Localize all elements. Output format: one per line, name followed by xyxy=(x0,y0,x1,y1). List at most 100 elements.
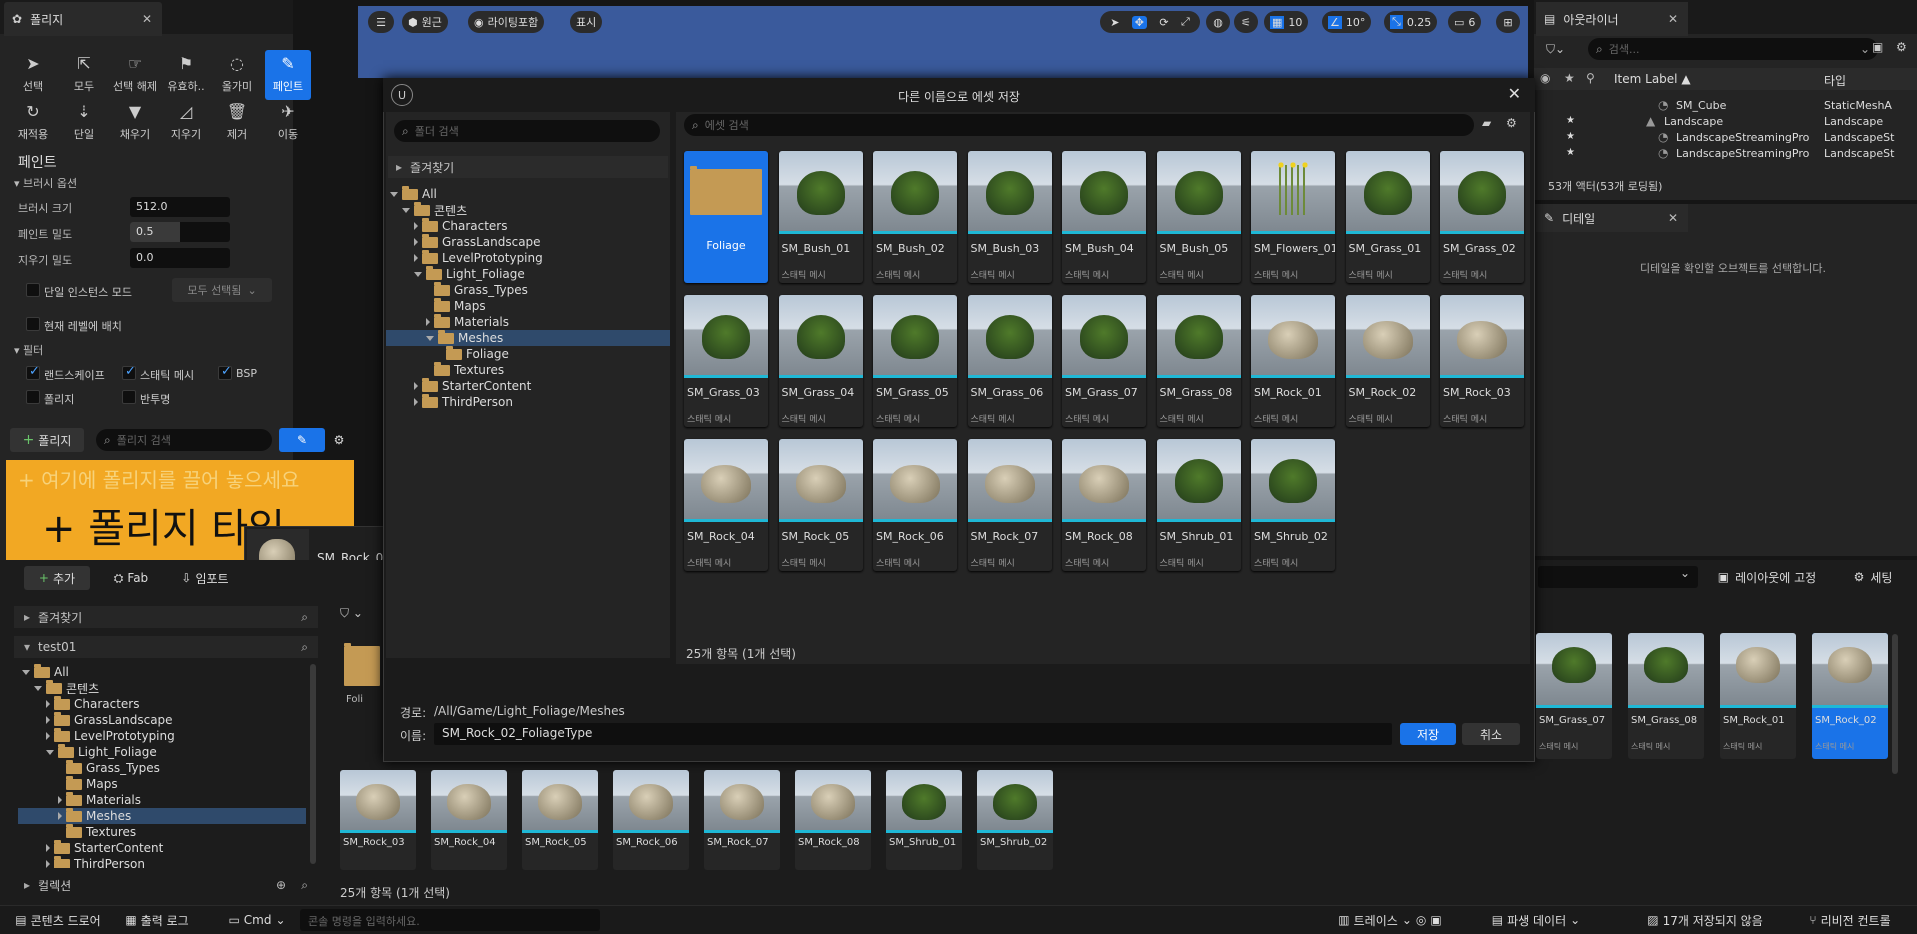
chevron-right-icon[interactable] xyxy=(46,732,50,740)
trace-button[interactable]: ▥ 트레이스 ⌄ ◎ ▣ xyxy=(1330,909,1450,931)
derived-data-button[interactable]: ▤ 파생 데이터 ⌄ xyxy=(1476,909,1596,931)
layout-button[interactable]: ⊞ xyxy=(1496,11,1520,33)
rotate-icon[interactable]: ⟳ xyxy=(1159,16,1168,29)
asset-tile[interactable]: SM_Shrub_02 스태틱 메시 xyxy=(1251,439,1335,571)
tab-details[interactable]: ✎ 디테일 ✕ xyxy=(1536,204,1688,232)
chevron-right-icon[interactable] xyxy=(46,716,50,724)
tool-fill[interactable]: ▼ 채우기 xyxy=(112,98,158,148)
cb-folder-tile[interactable]: Foli xyxy=(344,640,384,710)
tree-item[interactable]: Light_Foliage xyxy=(386,265,670,282)
tree-item[interactable]: Materials xyxy=(386,313,670,330)
chevron-right-icon[interactable] xyxy=(46,860,50,868)
asset-tile[interactable]: SM_Rock_07 xyxy=(704,770,780,870)
asset-tile[interactable]: SM_Rock_08 xyxy=(795,770,871,870)
cb-right-scrollbar[interactable] xyxy=(1892,634,1898,774)
filter-checkbox[interactable] xyxy=(122,390,136,404)
select-cursor-icon[interactable]: ➤ xyxy=(1110,16,1119,29)
cancel-button[interactable]: 취소 xyxy=(1462,723,1520,745)
tree-item[interactable]: GrassLandscape xyxy=(386,233,670,250)
cb-tree-scrollbar[interactable] xyxy=(310,664,316,864)
chevron-right-icon[interactable] xyxy=(58,796,62,804)
save-button[interactable]: 저장 xyxy=(1400,723,1456,745)
filter-checkbox[interactable] xyxy=(218,364,232,380)
chevron-down-icon[interactable] xyxy=(46,749,54,755)
cb-collections-header[interactable]: ▸ 컬렉션 ⊕ ⌕ xyxy=(14,874,318,896)
asset-tile[interactable]: SM_Bush_04 스태틱 메시 xyxy=(1062,151,1146,283)
tool-single[interactable]: ⇣ 단일 xyxy=(61,98,107,148)
cb-filter-button[interactable]: ⛉ ⌄ xyxy=(340,606,363,621)
camera-speed-button[interactable]: ▭ 6 xyxy=(1448,11,1482,33)
search-icon[interactable]: ⌕ xyxy=(301,610,308,625)
asset-tile[interactable]: SM_Grass_07 스태틱 메시 xyxy=(1062,295,1146,427)
brush-size-field[interactable]: 512.0 xyxy=(130,197,230,217)
tool-move[interactable]: ✈ 이동 xyxy=(265,98,311,148)
asset-tile[interactable]: SM_Rock_05 스태틱 메시 xyxy=(778,439,863,571)
viewport-menu-button[interactable]: ☰ xyxy=(368,11,394,33)
tree-item[interactable]: Meshes xyxy=(18,807,306,824)
scale-icon[interactable]: ⤢ xyxy=(1181,15,1190,29)
tool-paint-brush[interactable]: ✎ 페인트 xyxy=(265,50,311,100)
import-button[interactable]: ⇩ 임포트 xyxy=(172,566,238,590)
asset-tile[interactable]: SM_Shrub_01 스태틱 메시 xyxy=(1156,439,1241,571)
settings-button[interactable]: ⚙ 세팅 xyxy=(1840,566,1906,588)
tree-item[interactable]: Foliage xyxy=(386,345,670,362)
paint-density-field[interactable]: 0.5 xyxy=(130,222,230,242)
asset-tile[interactable]: SM_Grass_06 스태틱 메시 xyxy=(967,295,1052,427)
asset-tile[interactable]: SM_Rock_05 xyxy=(522,770,598,870)
tree-item[interactable]: LevelPrototyping xyxy=(18,727,306,744)
asset-tile[interactable]: SM_Bush_03 스태틱 메시 xyxy=(967,151,1052,283)
tree-item[interactable]: ThirdPerson xyxy=(18,855,306,868)
eye-icon[interactable]: ◉ xyxy=(1540,71,1550,85)
tree-item[interactable]: ThirdPerson xyxy=(386,393,670,410)
tab-outliner[interactable]: ▤ 아웃라이너 ✕ xyxy=(1536,2,1688,36)
fab-button[interactable]: ⛭ Fab xyxy=(104,566,158,590)
dialog-favorites-header[interactable]: ▸ 즐겨찾기 xyxy=(388,156,668,178)
chevron-right-icon[interactable] xyxy=(414,382,418,390)
outliner-row[interactable]: ★ ◔ LandscapeStreamingPro LandscapeSt xyxy=(1534,146,1904,162)
filter-checkbox[interactable] xyxy=(26,390,40,404)
asset-tile[interactable]: SM_Bush_01 스태틱 메시 xyxy=(778,151,863,283)
outliner-row[interactable]: ★ ▲ Landscape Landscape xyxy=(1534,114,1904,130)
asset-tile[interactable]: SM_Grass_05 스태틱 메시 xyxy=(873,295,957,427)
cb-favorites-header[interactable]: ▸ 즐겨찾기 ⌕ xyxy=(14,606,318,628)
tool-cursor[interactable]: ➤ 선택 xyxy=(10,50,56,100)
lighting-button[interactable]: ◉ 라이팅포함 xyxy=(468,11,545,33)
tool-deselect[interactable]: ☞ 선택 해제 xyxy=(112,50,158,100)
outliner-search-input[interactable]: ⌕ 검색... ⌄ xyxy=(1588,38,1878,60)
unsaved-button[interactable]: ▨ 17개 저장되지 않음 xyxy=(1638,909,1772,931)
content-drawer-button[interactable]: ▤ 콘텐츠 드로어 xyxy=(6,909,110,931)
folder-search-input[interactable]: ⌕ 폴더 검색 xyxy=(394,120,660,142)
pin-icon[interactable]: ⚲ xyxy=(1586,71,1595,85)
tree-item[interactable]: All xyxy=(386,185,670,202)
asset-tile[interactable]: SM_Shrub_01 xyxy=(886,770,962,870)
chevron-down-icon[interactable] xyxy=(34,685,42,691)
asset-tile[interactable]: SM_Bush_05 스태틱 메시 xyxy=(1156,151,1241,283)
asset-tile[interactable]: SM_Rock_01 스태틱 메시 xyxy=(1251,295,1335,427)
tree-item[interactable]: All xyxy=(18,664,306,680)
gear-icon[interactable]: ⚙ xyxy=(1506,116,1517,130)
chevron-down-icon[interactable] xyxy=(22,669,30,675)
col-type[interactable]: 타입 xyxy=(1824,72,1846,89)
tab-foliage[interactable]: ✿ 폴리지 ✕ xyxy=(4,2,162,36)
add-button[interactable]: + 추가 xyxy=(24,566,90,590)
tree-item[interactable]: LevelPrototyping xyxy=(386,249,670,266)
chevron-down-icon[interactable] xyxy=(414,271,422,277)
chevron-right-icon[interactable] xyxy=(414,398,418,406)
asset-tile[interactable]: SM_Grass_02 스태틱 메시 xyxy=(1440,151,1524,283)
search-icon[interactable]: ⌕ xyxy=(301,878,308,893)
asset-tile[interactable]: SM_Rock_06 xyxy=(613,770,689,870)
tree-item[interactable]: StarterContent xyxy=(386,377,670,394)
asset-tile[interactable]: SM_Rock_03 xyxy=(340,770,416,870)
asset-tile[interactable]: SM_Grass_08 스태틱 메시 xyxy=(1156,295,1241,427)
gear-icon[interactable]: ⚙ xyxy=(330,430,348,450)
asset-tile[interactable]: SM_Rock_01 스태틱 메시 xyxy=(1720,633,1796,759)
asset-name-field[interactable]: SM_Rock_02_FoliageType xyxy=(434,723,1392,745)
close-icon[interactable]: ✕ xyxy=(142,12,152,26)
erase-density-field[interactable]: 0.0 xyxy=(130,248,230,268)
add-foliage-button[interactable]: + 폴리지 xyxy=(10,428,84,452)
tool-lasso[interactable]: ◌ 올가미 xyxy=(214,50,260,100)
chevron-right-icon[interactable] xyxy=(414,238,418,246)
gear-icon[interactable]: ⚙ xyxy=(1896,40,1907,54)
tree-item[interactable]: Textures xyxy=(386,361,670,378)
asset-tile[interactable]: SM_Rock_02 스태틱 메시 xyxy=(1812,633,1888,759)
